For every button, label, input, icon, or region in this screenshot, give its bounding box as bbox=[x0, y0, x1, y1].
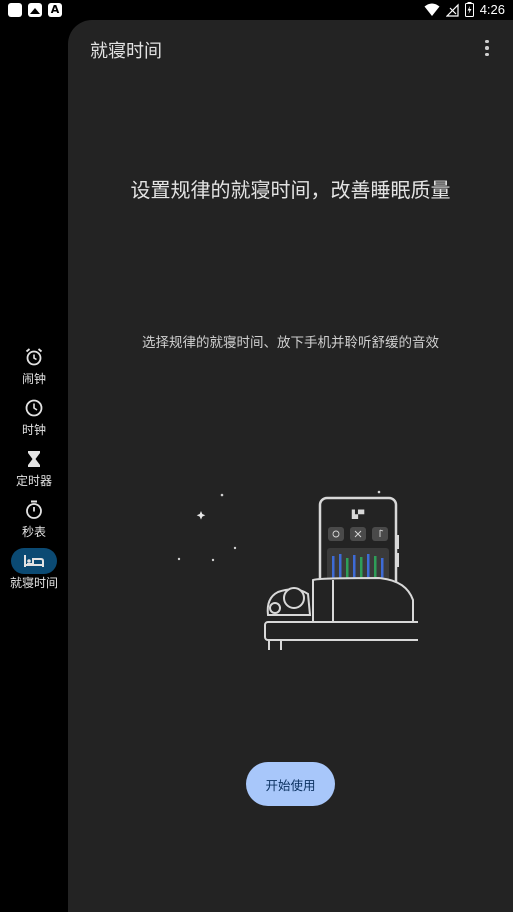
nav-item-timer[interactable]: 定时器 bbox=[0, 442, 68, 493]
nav-label: 时钟 bbox=[21, 423, 46, 437]
main-panel: 就寝时间 设置规律的就寝时间，改善睡眠质量 选择规律的就寝时间、放下手机并聆听舒… bbox=[68, 20, 513, 912]
stopwatch-icon bbox=[26, 500, 42, 519]
nav-item-bedtime[interactable]: 就寝时间 bbox=[0, 544, 68, 595]
headline: 设置规律的就寝时间，改善睡眠质量 bbox=[130, 178, 451, 202]
nav-item-stopwatch[interactable]: 秒表 bbox=[0, 493, 68, 544]
nav-label: 闹钟 bbox=[21, 372, 46, 386]
hourglass-icon bbox=[28, 451, 40, 467]
bed-icon bbox=[24, 555, 44, 567]
signal-icon bbox=[445, 3, 459, 17]
alarm-icon bbox=[25, 348, 43, 366]
nav-item-alarm[interactable]: 闹钟 bbox=[0, 340, 68, 391]
wifi-icon bbox=[424, 3, 440, 16]
more-options-button[interactable] bbox=[477, 38, 497, 58]
status-bar: A 4:26 bbox=[0, 0, 513, 22]
description: 选择规律的就寝时间、放下手机并聆听舒缓的音效 bbox=[142, 335, 439, 351]
battery-icon bbox=[464, 2, 474, 17]
nav-label: 秒表 bbox=[21, 525, 46, 539]
start-button[interactable]: 开始使用 bbox=[246, 762, 335, 806]
font-icon: A bbox=[48, 3, 62, 17]
active-indicator bbox=[11, 548, 57, 574]
image-icon bbox=[28, 3, 42, 17]
nav-item-clock[interactable]: 时钟 bbox=[0, 391, 68, 442]
nav-label: 定时器 bbox=[15, 474, 52, 488]
page-title: 就寝时间 bbox=[90, 41, 162, 62]
status-time: 4:26 bbox=[479, 2, 505, 17]
clock-icon bbox=[25, 399, 43, 417]
notification-icon bbox=[8, 3, 22, 17]
nav-label: 就寝时间 bbox=[9, 576, 58, 590]
bedtime-illustration: ▙▀ bbox=[177, 490, 418, 650]
navigation-rail: 闹钟 时钟 定时器 秒表 就寝时间 bbox=[0, 340, 68, 595]
svg-text:▙▀: ▙▀ bbox=[351, 509, 365, 519]
more-vert-icon bbox=[485, 39, 489, 44]
